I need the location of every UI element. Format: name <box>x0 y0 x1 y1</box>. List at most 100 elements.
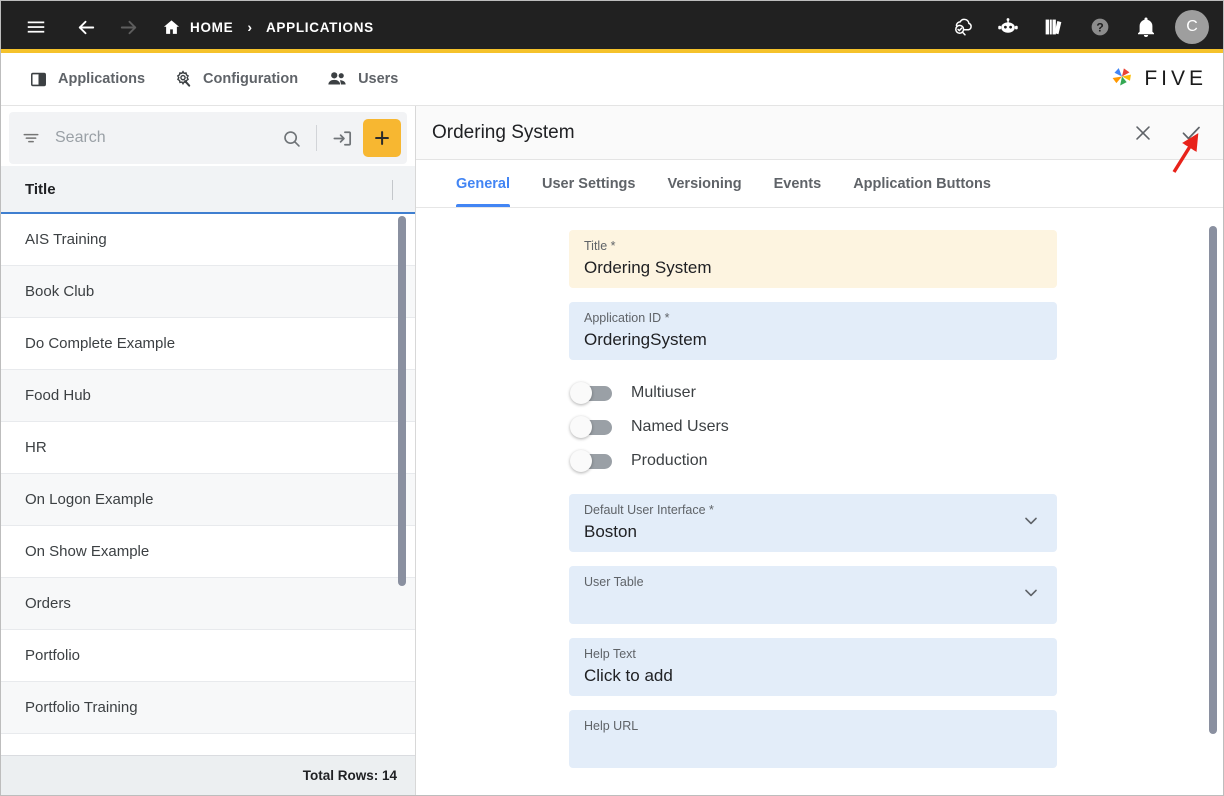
multiuser-toggle[interactable] <box>570 381 612 404</box>
tab-application-buttons[interactable]: Application Buttons <box>837 160 1007 207</box>
applications-list-panel: Title AIS Training Book Club Do Complete… <box>1 106 416 795</box>
help-question-icon[interactable]: ? <box>1083 10 1117 44</box>
module-configuration-label: Configuration <box>203 71 299 87</box>
applications-list: AIS Training Book Club Do Complete Examp… <box>1 214 415 755</box>
filter-lines-icon[interactable] <box>21 128 41 148</box>
add-application-button[interactable] <box>363 119 401 157</box>
total-rows-bar: Total Rows: 14 <box>1 755 415 795</box>
named-users-toggle-row: Named Users <box>570 415 1057 438</box>
help-url-field-value <box>584 736 1043 759</box>
list-scrollbar-thumb[interactable] <box>398 216 406 586</box>
svg-text:?: ? <box>1096 21 1103 35</box>
tab-versioning[interactable]: Versioning <box>651 160 757 207</box>
application-id-field-value: OrderingSystem <box>584 330 707 349</box>
user-table-field[interactable]: User Table <box>569 566 1057 624</box>
avatar-initial: C <box>1186 18 1198 35</box>
list-item[interactable]: HR <box>1 422 415 474</box>
tab-events-label: Events <box>773 175 822 192</box>
named-users-toggle-label: Named Users <box>631 418 729 435</box>
user-table-field-label: User Table <box>584 575 644 589</box>
tab-user-settings[interactable]: User Settings <box>526 160 651 207</box>
title-field-value: Ordering System <box>584 258 712 277</box>
module-configuration[interactable]: Configuration <box>159 53 312 105</box>
list-item-label: On Show Example <box>25 543 150 560</box>
list-item[interactable]: On Logon Example <box>1 474 415 526</box>
record-detail-panel: Ordering System General User Settings Ve… <box>416 106 1223 795</box>
close-x-icon[interactable] <box>1125 115 1161 151</box>
save-checkmark-button[interactable] <box>1173 115 1209 151</box>
magnifier-icon[interactable] <box>274 121 308 155</box>
title-field[interactable]: Title * Ordering System <box>569 230 1057 288</box>
divider <box>316 125 317 151</box>
module-tab-bar: Applications Configuration Users FIVE <box>1 53 1223 106</box>
default-user-interface-field-label: Default User Interface * <box>584 503 714 517</box>
module-users-label: Users <box>358 71 399 87</box>
help-url-field[interactable]: Help URL <box>569 710 1057 768</box>
books-library-icon[interactable] <box>1037 10 1071 44</box>
hamburger-menu-icon[interactable] <box>19 10 53 44</box>
list-item[interactable]: Food Hub <box>1 370 415 422</box>
form-scrollbar-thumb[interactable] <box>1209 226 1217 734</box>
applications-panel-icon <box>29 70 48 89</box>
default-user-interface-field-value: Boston <box>584 522 637 541</box>
page-title: Ordering System <box>432 121 575 143</box>
cloud-check-search-icon[interactable] <box>945 10 979 44</box>
import-arrow-icon[interactable] <box>325 121 359 155</box>
top-navigation-bar: HOME › APPLICATIONS ? C <box>1 1 1223 53</box>
breadcrumb-home-label: HOME <box>190 19 234 35</box>
breadcrumb-separator: › <box>247 19 252 35</box>
list-item[interactable]: AIS Training <box>1 214 415 266</box>
help-text-field[interactable]: Help Text Click to add <box>569 638 1057 696</box>
record-header-actions <box>1125 115 1209 151</box>
top-bar-actions: ? C <box>945 10 1209 44</box>
title-field-label: Title * <box>584 239 616 253</box>
gear-wrench-icon <box>173 69 193 89</box>
production-toggle-label: Production <box>631 452 708 469</box>
default-user-interface-field[interactable]: Default User Interface * Boston <box>569 494 1057 552</box>
toggle-knob <box>570 449 592 472</box>
form-column: Title * Ordering System Application ID *… <box>569 230 1057 768</box>
list-item[interactable]: Do Complete Example <box>1 318 415 370</box>
column-resize-handle[interactable] <box>392 180 393 200</box>
breadcrumb-current-label: APPLICATIONS <box>265 19 374 35</box>
named-users-toggle[interactable] <box>570 415 612 438</box>
tab-application-buttons-label: Application Buttons <box>853 175 991 192</box>
list-item-label: Food Hub <box>25 387 91 404</box>
avatar[interactable]: C <box>1175 10 1209 44</box>
notification-bell-icon[interactable] <box>1129 10 1163 44</box>
list-item-label: On Logon Example <box>25 491 154 508</box>
chevron-down-icon[interactable] <box>1021 583 1041 608</box>
list-item-label: Portfolio <box>25 647 81 664</box>
general-form: Title * Ordering System Application ID *… <box>416 208 1223 795</box>
list-item[interactable]: Book Club <box>1 266 415 318</box>
toggle-knob <box>570 415 592 438</box>
list-item[interactable]: Portfolio Training <box>1 682 415 734</box>
list-column-header: Title <box>1 166 415 214</box>
detail-tab-bar: General User Settings Versioning Events … <box>416 160 1223 208</box>
chevron-down-icon[interactable] <box>1021 511 1041 536</box>
help-url-field-label: Help URL <box>584 719 639 733</box>
multiuser-toggle-label: Multiuser <box>631 384 696 401</box>
module-users[interactable]: Users <box>312 53 412 105</box>
module-applications[interactable]: Applications <box>15 53 159 105</box>
list-item[interactable]: Orders <box>1 578 415 630</box>
module-applications-label: Applications <box>58 71 146 87</box>
tab-general[interactable]: General <box>440 160 526 207</box>
list-item[interactable]: On Show Example <box>1 526 415 578</box>
arrow-back-icon[interactable] <box>69 10 103 44</box>
tab-versioning-label: Versioning <box>667 175 742 192</box>
list-item[interactable]: Portfolio <box>1 630 415 682</box>
production-toggle[interactable] <box>570 449 612 472</box>
list-item-label: Portfolio Training <box>25 699 138 716</box>
column-header-title: Title <box>25 180 56 198</box>
application-id-field[interactable]: Application ID * OrderingSystem <box>569 302 1057 360</box>
robot-assistant-icon[interactable] <box>991 10 1025 44</box>
search-input[interactable] <box>41 129 274 147</box>
list-item-label: Orders <box>25 595 71 612</box>
breadcrumb-home[interactable]: HOME <box>161 17 233 37</box>
help-text-field-label: Help Text <box>584 647 636 661</box>
workspace: Title AIS Training Book Club Do Complete… <box>1 106 1223 795</box>
tab-events[interactable]: Events <box>758 160 838 207</box>
arrow-forward-icon[interactable] <box>111 10 145 44</box>
multiuser-toggle-row: Multiuser <box>570 381 1057 404</box>
